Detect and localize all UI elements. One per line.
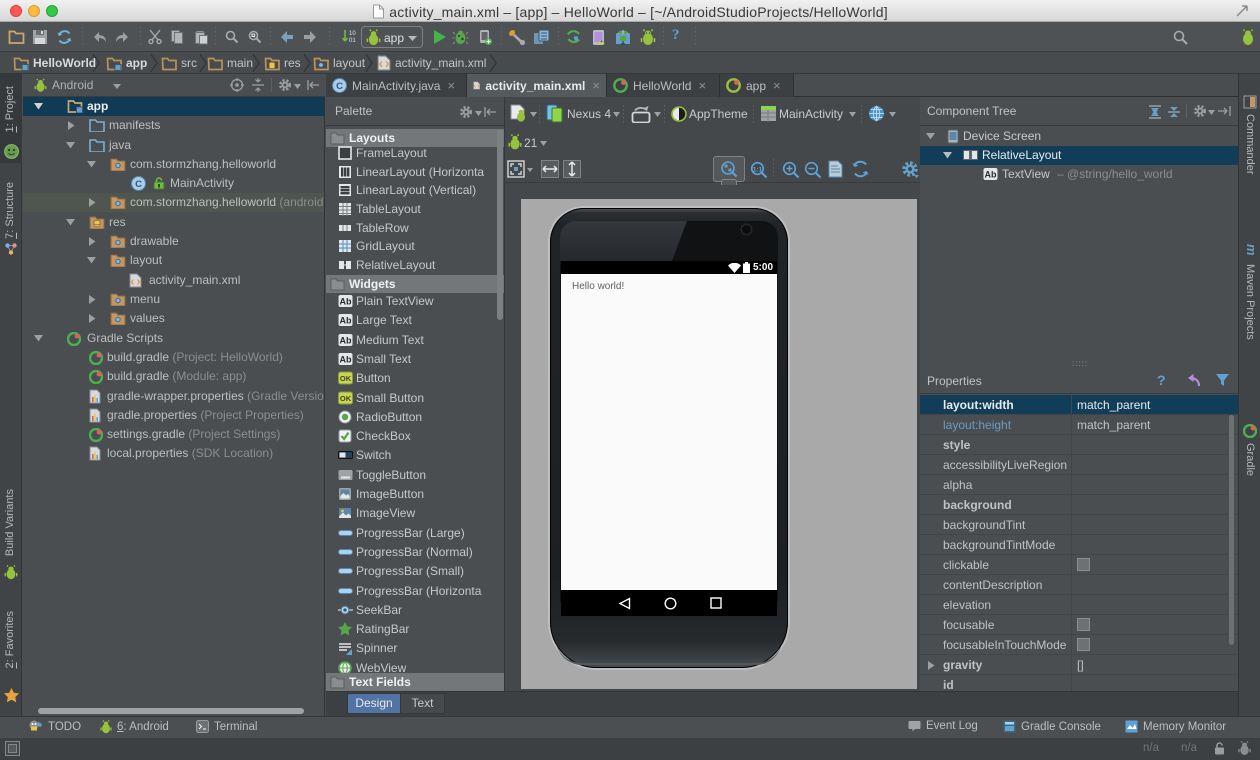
svg-text:Ab: Ab [340,316,352,326]
svg-text:Ab: Ab [340,336,352,346]
svg-text:C: C [336,81,343,92]
svg-text:OK: OK [340,394,352,403]
svg-text:Ab: Ab [985,170,997,180]
svg-text:Ab: Ab [340,355,352,365]
svg-text:Ab: Ab [340,297,352,307]
svg-text:C: C [135,179,142,190]
svg-text:1:1: 1:1 [753,167,763,174]
svg-text:OK: OK [340,374,352,383]
